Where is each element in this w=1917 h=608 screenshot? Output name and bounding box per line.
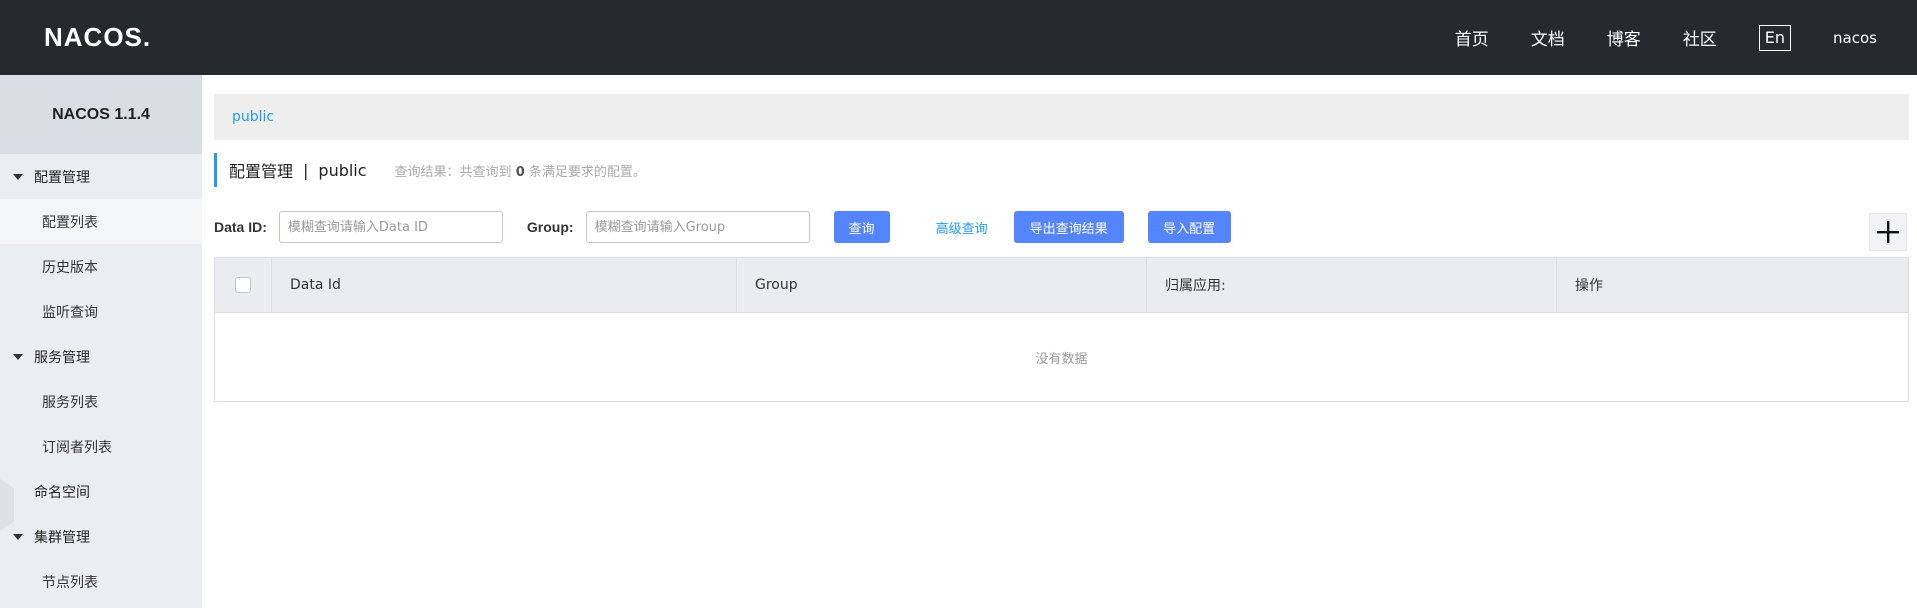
config-table: Data Id Group 归属应用: 操作 没有数据 [214,257,1909,402]
sidebar-group-label: 服务管理 [34,349,90,366]
sidebar-item-listener-query[interactable]: 监听查询 [0,289,202,334]
sidebar-group-service[interactable]: 服务管理 [0,334,202,379]
sidebar-item-config-list[interactable]: 配置列表 [0,199,202,244]
title-separator: | [303,160,309,180]
sidebar-group-label: 配置管理 [34,169,90,186]
caret-down-icon [13,533,23,540]
sidebar-item-namespace[interactable]: 命名空间 [0,469,202,514]
language-switch[interactable]: En [1758,24,1792,51]
nav-community[interactable]: 社区 [1683,25,1717,50]
column-header-app[interactable]: 归属应用: [1146,258,1556,312]
hint-prefix: 查询结果：共查询到 [394,164,512,180]
filter-bar: Data ID: Group: 查询 高级查询 导出查询结果 导入配置 [214,209,1909,245]
main-content: public 配置管理 | public 查询结果：共查询到 0 条满足要求的配… [202,75,1917,608]
top-nav: 首页 文档 博客 社区 En nacos [1413,0,1877,75]
select-all-cell [215,258,271,312]
sidebar-group-label: 集群管理 [34,529,90,546]
svg-text:NACOS.: NACOS. [44,22,151,52]
caret-down-icon [13,353,23,360]
data-id-input[interactable] [278,211,503,243]
import-config-button[interactable]: 导入配置 [1147,211,1231,243]
sidebar-group-cluster[interactable]: 集群管理 [0,514,202,559]
group-label: Group: [526,219,574,235]
result-count: 0 [515,164,525,180]
hint-suffix: 条满足要求的配置。 [528,164,646,180]
namespace-bar: public [214,94,1909,140]
version-title: NACOS 1.1.4 [0,75,202,154]
nacos-logo-mark: NACOS. [44,22,151,52]
sidebar: NACOS 1.1.4 配置管理 配置列表 历史版本 监听查询 服务管理 服务列… [0,75,202,608]
page-title-namespace: public [318,160,367,180]
column-header-actions: 操作 [1556,258,1908,312]
page-title-main: 配置管理 [229,162,294,181]
export-results-button[interactable]: 导出查询结果 [1013,211,1124,243]
column-header-data-id[interactable]: Data Id [271,258,736,312]
column-header-group[interactable]: Group [736,258,1146,312]
sidebar-item-history[interactable]: 历史版本 [0,244,202,289]
page-title: 配置管理 | public 查询结果：共查询到 0 条满足要求的配置。 [214,153,646,187]
plus-icon [1877,221,1899,243]
add-config-button[interactable] [1869,213,1907,251]
sidebar-item-node-list[interactable]: 节点列表 [0,559,202,604]
group-input[interactable] [585,211,810,243]
nacos-logo[interactable]: NACOS. [44,22,154,52]
user-menu[interactable]: nacos [1833,29,1877,47]
advanced-search-link[interactable]: 高级查询 [936,218,988,237]
sidebar-item-service-list[interactable]: 服务列表 [0,379,202,424]
search-button[interactable]: 查询 [833,211,890,243]
nav-docs[interactable]: 文档 [1531,25,1565,50]
table-header: Data Id Group 归属应用: 操作 [215,258,1908,313]
nav-home[interactable]: 首页 [1455,25,1489,50]
sidebar-group-config[interactable]: 配置管理 [0,154,202,199]
caret-down-icon [13,173,23,180]
data-id-label: Data ID: [214,219,267,235]
top-header: NACOS. 首页 文档 博客 社区 En nacos [0,0,1917,75]
namespace-tab-public[interactable]: public [232,109,274,125]
select-all-checkbox[interactable] [235,277,251,293]
sidebar-item-subscriber-list[interactable]: 订阅者列表 [0,424,202,469]
table-empty-state: 没有数据 [1035,352,1088,367]
nav-blog[interactable]: 博客 [1607,25,1641,50]
query-result-hint: 查询结果：共查询到 0 条满足要求的配置。 [395,161,646,180]
